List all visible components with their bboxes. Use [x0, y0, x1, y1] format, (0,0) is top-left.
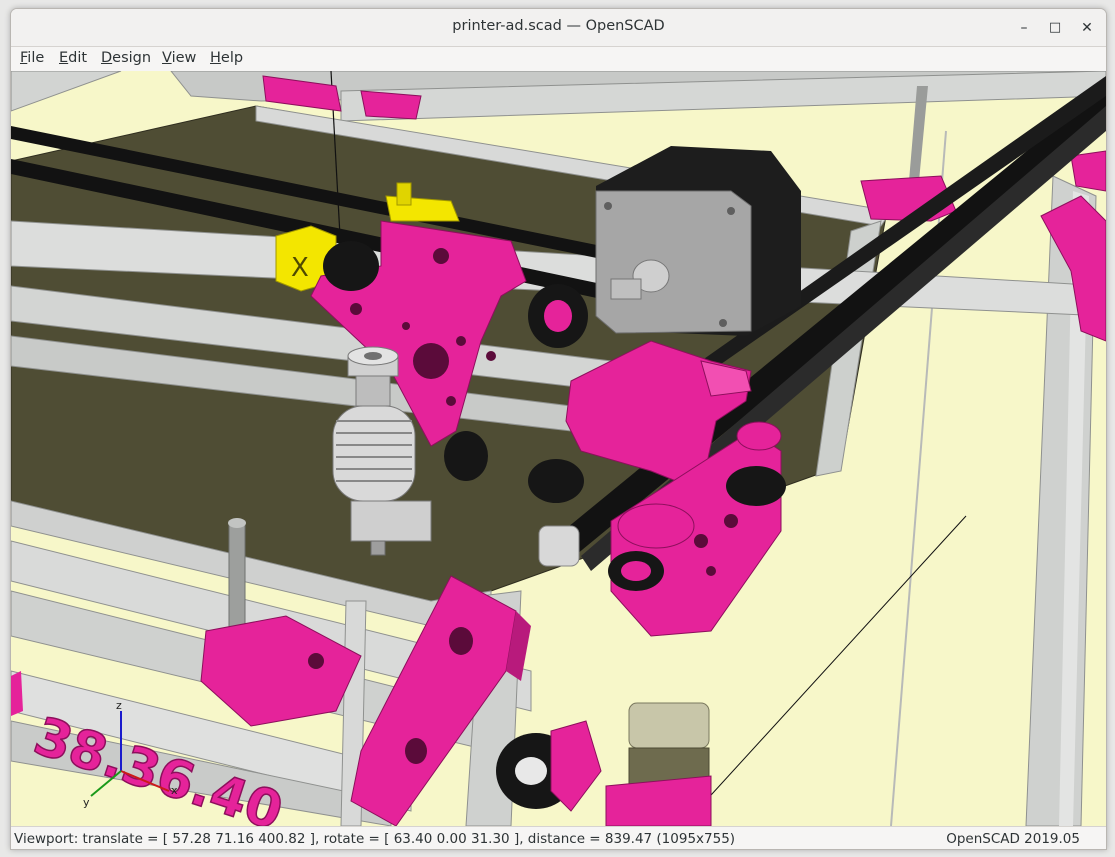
openscad-window: printer-ad.scad — OpenSCAD – □ ✕ File Ed… [10, 8, 1107, 850]
carriage-hole-6 [433, 248, 449, 264]
left-edge-part [11, 671, 23, 716]
front-bracket-hole-1 [449, 627, 473, 655]
axis-x-label: x [171, 784, 178, 797]
y-carriage-hole-1 [694, 534, 708, 548]
menu-edit-mnemonic: E [59, 50, 69, 66]
hotend-nozzle [370, 540, 386, 556]
screw-mount-hole [308, 653, 324, 669]
lead-screw-top [228, 518, 246, 528]
title-bar[interactable]: printer-ad.scad — OpenSCAD – □ ✕ [11, 9, 1106, 47]
carriage-wheel-3 [444, 431, 488, 481]
menu-view[interactable]: View [162, 50, 196, 66]
y-carriage-round-2 [736, 421, 782, 451]
menu-view-mnemonic: V [162, 50, 172, 66]
y-carriage-round [617, 503, 695, 549]
menu-edit-label: dit [68, 50, 88, 66]
carriage-hole-2 [456, 336, 466, 346]
motor-shaft [610, 278, 642, 300]
bottom-pulley-hub [515, 757, 547, 785]
hotend-heater-block [350, 500, 432, 542]
motor-screw-1 [604, 202, 612, 210]
rendered-model: X 38.36.40 z x y [11, 71, 1106, 826]
menu-file-label: ile [27, 50, 45, 66]
front-bracket-hole-2 [405, 738, 427, 764]
minimize-button[interactable]: – [1015, 19, 1033, 37]
y-carriage-hole-2 [724, 514, 738, 528]
3d-viewport[interactable]: X 38.36.40 z x y [11, 71, 1106, 826]
carriage-wheel-2-hub [544, 300, 572, 332]
version-label: OpenSCAD 2019.05 [946, 831, 1080, 847]
motor-screw-2 [727, 207, 735, 215]
y-wheel-2 [726, 466, 786, 506]
y-wheel-1 [528, 459, 584, 503]
y-carriage-hole-3 [706, 566, 716, 576]
carriage-hole-3 [486, 351, 496, 361]
menu-design[interactable]: Design [101, 50, 151, 66]
menu-edit[interactable]: Edit [59, 50, 87, 66]
menu-help-mnemonic: H [210, 50, 221, 66]
menu-file[interactable]: File [20, 50, 44, 66]
menu-help[interactable]: Help [210, 50, 243, 66]
carriage-hole-4 [446, 396, 456, 406]
menu-design-label: esign [112, 50, 152, 66]
cube-label: X [291, 253, 309, 283]
axis-z-label: z [116, 699, 122, 712]
axis-y-label: y [83, 796, 90, 809]
hotend-bore [364, 352, 382, 360]
menu-design-mnemonic: D [101, 50, 113, 66]
menu-view-label: iew [171, 50, 197, 66]
carriage-hole-5 [402, 322, 410, 330]
corner-bracket-far-right [1070, 150, 1106, 192]
yellow-nozzle [396, 182, 412, 206]
motor-screw-3 [719, 319, 727, 327]
carriage-hole-1 [350, 303, 362, 315]
status-bar: Viewport: translate = [ 57.28 71.16 400.… [11, 826, 1106, 849]
carriage-hole-main [413, 343, 449, 379]
maximize-button[interactable]: □ [1046, 19, 1064, 37]
z-motor-top [628, 702, 710, 749]
menu-help-label: elp [220, 50, 244, 66]
idler-pulley [538, 525, 580, 567]
carriage-wheel-1 [323, 241, 379, 291]
close-button[interactable]: ✕ [1078, 19, 1096, 37]
window-title: printer-ad.scad — OpenSCAD [452, 18, 665, 34]
corner-bracket-top-mid [360, 90, 422, 120]
menu-bar: File Edit Design View Help [11, 47, 1106, 71]
hotend-neck [355, 375, 391, 407]
y-wheel-3-hub [621, 561, 651, 581]
viewport-status: Viewport: translate = [ 57.28 71.16 400.… [14, 831, 736, 847]
